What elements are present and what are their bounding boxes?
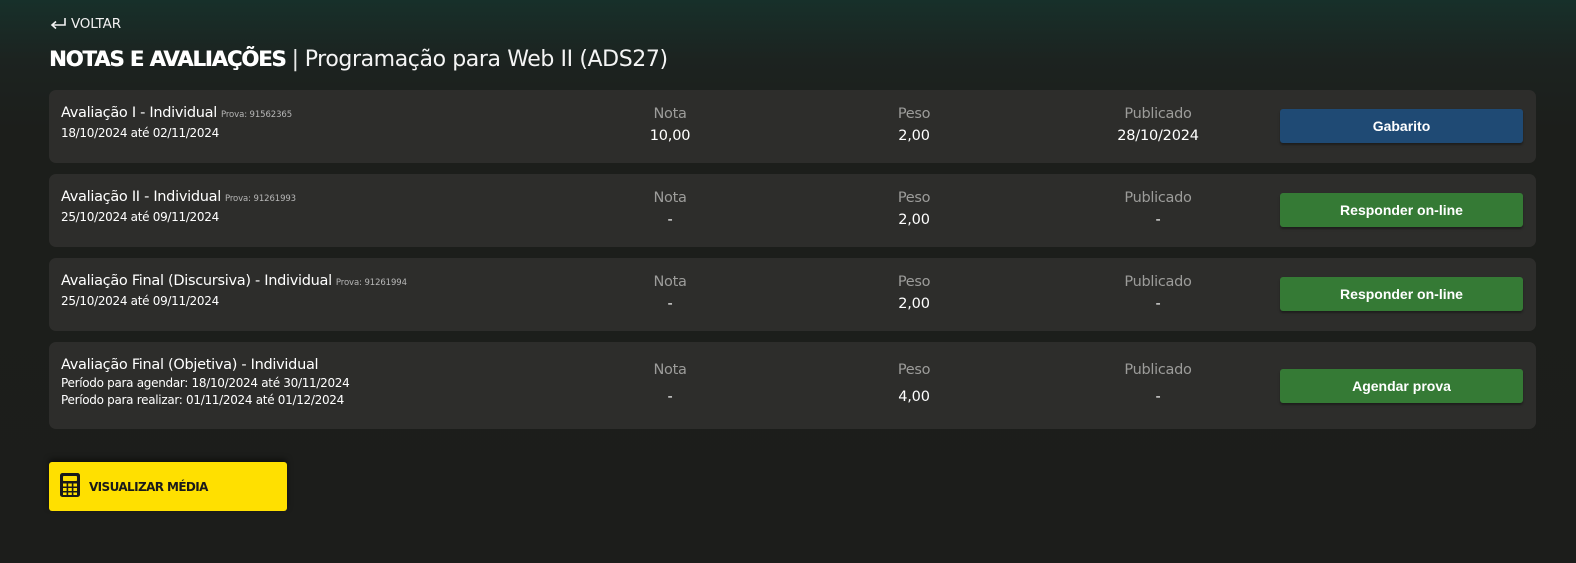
evaluation-period: 18/10/2024 até 02/11/2024 (61, 126, 219, 140)
peso-column: Peso 2,00 (844, 190, 984, 228)
calculator-icon (59, 472, 81, 501)
peso-value: 2,00 (898, 296, 930, 312)
evaluation-info: Avaliação I - Individual Prova: 91562365 … (61, 105, 292, 140)
nota-column: Nota - (600, 274, 740, 312)
evaluation-period: 25/10/2024 até 09/11/2024 (61, 294, 219, 308)
page-title-separator: | (291, 47, 299, 72)
answer-online-button[interactable]: Responder on-line (1280, 193, 1523, 227)
nota-label: Nota (653, 362, 687, 378)
course-name: Programação para Web II (ADS27) (304, 47, 668, 72)
publicado-column: Publicado - (1088, 362, 1228, 405)
publicado-value: - (1155, 389, 1161, 405)
publicado-label: Publicado (1124, 106, 1192, 122)
peso-column: Peso 2,00 (844, 106, 984, 144)
peso-value: 2,00 (898, 212, 930, 228)
nota-value: - (667, 212, 673, 228)
exam-code: Prova: 91261994 (335, 278, 407, 288)
publicado-value: 28/10/2024 (1117, 128, 1199, 144)
publicado-label: Publicado (1124, 190, 1192, 206)
peso-label: Peso (897, 106, 931, 122)
nota-column: Nota - (600, 190, 740, 228)
evaluation-info: Avaliação Final (Discursiva) - Individua… (61, 273, 407, 308)
gabarito-button[interactable]: Gabarito (1280, 109, 1523, 143)
publicado-column: Publicado - (1088, 190, 1228, 228)
schedule-period: Período para agendar: 18/10/2024 até 30/… (61, 376, 350, 390)
nota-column: Nota 10,00 (600, 106, 740, 144)
peso-column: Peso 2,00 (844, 274, 984, 312)
evaluation-name: Avaliação I - Individual (61, 105, 217, 121)
exam-code: Prova: 91562365 (220, 110, 293, 120)
nota-label: Nota (653, 274, 687, 290)
nota-value: - (667, 389, 673, 405)
evaluation-card: Avaliação Final (Discursiva) - Individua… (49, 258, 1536, 331)
nota-value: 10,00 (649, 128, 691, 144)
evaluation-list: Avaliação I - Individual Prova: 91562365 … (49, 90, 1536, 440)
nota-column: Nota - (600, 362, 740, 405)
evaluation-name: Avaliação Final (Discursiva) - Individua… (61, 273, 332, 289)
nota-label: Nota (653, 106, 687, 122)
publicado-value: - (1155, 296, 1161, 312)
peso-value: 2,00 (898, 128, 930, 144)
back-link[interactable]: VOLTAR (49, 16, 121, 32)
view-average-button[interactable]: VISUALIZAR MÉDIA (49, 462, 287, 511)
nota-label: Nota (653, 190, 687, 206)
page-title-main: NOTAS E AVALIAÇÕES (49, 47, 287, 71)
exam-period: Período para realizar: 01/11/2024 até 01… (61, 393, 344, 407)
evaluation-card: Avaliação Final (Objetiva) - Individual … (49, 342, 1536, 429)
return-arrow-icon (49, 17, 68, 31)
evaluation-period: 25/10/2024 até 09/11/2024 (61, 210, 219, 224)
evaluation-name: Avaliação II - Individual (61, 189, 221, 205)
peso-label: Peso (897, 190, 931, 206)
publicado-column: Publicado - (1088, 274, 1228, 312)
publicado-label: Publicado (1124, 274, 1192, 290)
view-average-label: VISUALIZAR MÉDIA (89, 479, 208, 494)
publicado-column: Publicado 28/10/2024 (1088, 106, 1228, 144)
page-title: NOTAS E AVALIAÇÕES | Programação para We… (49, 47, 668, 72)
peso-value: 4,00 (898, 389, 930, 405)
evaluation-card: Avaliação I - Individual Prova: 91562365 … (49, 90, 1536, 163)
publicado-label: Publicado (1124, 362, 1192, 378)
evaluation-card: Avaliação II - Individual Prova: 91261993… (49, 174, 1536, 247)
answer-online-button[interactable]: Responder on-line (1280, 277, 1523, 311)
exam-code: Prova: 91261993 (224, 194, 296, 204)
peso-column: Peso 4,00 (844, 362, 984, 405)
peso-label: Peso (897, 362, 931, 378)
back-label: VOLTAR (71, 16, 121, 32)
evaluation-info: Avaliação II - Individual Prova: 91261993… (61, 189, 296, 224)
evaluation-name: Avaliação Final (Objetiva) - Individual (61, 357, 319, 373)
evaluation-info: Avaliação Final (Objetiva) - Individual … (61, 357, 350, 407)
schedule-exam-button[interactable]: Agendar prova (1280, 369, 1523, 403)
peso-label: Peso (897, 274, 931, 290)
publicado-value: - (1155, 212, 1161, 228)
nota-value: - (667, 296, 673, 312)
